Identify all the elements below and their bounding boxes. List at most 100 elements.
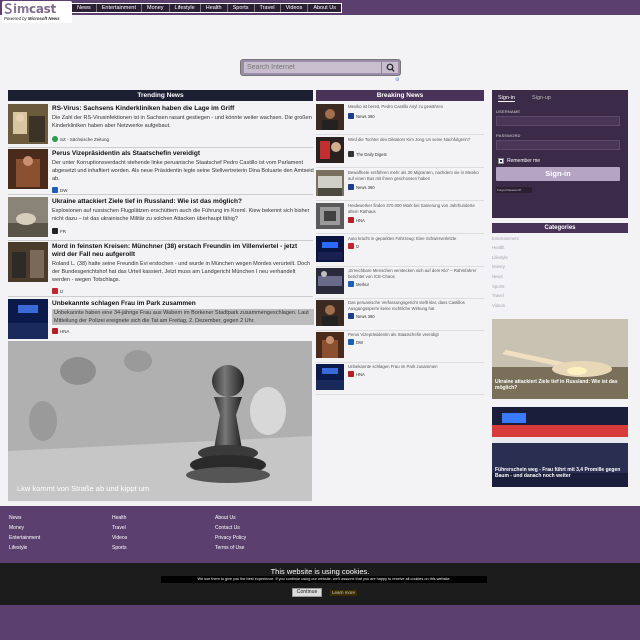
breaking-title[interactable]: Perus Vizepräsidentin als Staatschefin v… xyxy=(348,332,482,338)
trending-thumbnail xyxy=(8,197,48,237)
source-logo-icon xyxy=(348,243,354,249)
footer-link[interactable]: Entertainment xyxy=(9,535,40,541)
category-item[interactable]: News xyxy=(492,274,503,279)
breaking-item[interactable]: „Erreichbare Menschen verstecken sich au… xyxy=(316,266,484,299)
nav-sports[interactable]: Sports xyxy=(228,4,255,12)
breaking-source: Merkur xyxy=(348,281,369,287)
gear-icon[interactable]: ⚙ xyxy=(395,77,399,83)
categories-heading: Categories xyxy=(492,223,628,233)
nav-travel[interactable]: Travel xyxy=(255,4,281,12)
breaking-title[interactable]: Mexiko ist bereit, Pedro Castillo Asyl z… xyxy=(348,104,482,110)
source-logo-icon xyxy=(52,228,58,234)
trending-item[interactable]: RS-Virus: Sachsens Kinderkliniken haben … xyxy=(8,104,313,148)
search-input[interactable] xyxy=(244,62,381,73)
cookie-title: This website is using cookies. xyxy=(270,567,370,576)
signin-button[interactable]: Sign-in xyxy=(496,167,620,181)
trending-item[interactable]: Unbekannte schlagen Frau im Park zusamme… xyxy=(8,299,314,341)
category-item[interactable]: Videos xyxy=(492,303,505,308)
breaking-thumbnail xyxy=(316,300,344,326)
continue-button[interactable]: Continue xyxy=(292,588,322,597)
trending-source: DW xyxy=(52,187,68,193)
nav-lifestyle[interactable]: Lifestyle xyxy=(170,4,201,12)
side-card-caption[interactable]: Ukraine attackiert Ziele tief in Russlan… xyxy=(495,379,625,391)
cookie-banner: This website is using cookies. We use th… xyxy=(0,563,640,605)
hero-image[interactable]: Lkw kommt von Straße ab und kippt um xyxy=(8,341,312,501)
nav-news[interactable]: News xyxy=(72,4,97,12)
breaking-title[interactable]: Wird die Tochter des Diktators Kim Jong … xyxy=(348,137,482,143)
password-field[interactable] xyxy=(496,140,620,150)
footer-link[interactable]: Lifestyle xyxy=(9,545,27,551)
trending-title[interactable]: Mord in feinsten Kreisen: Münchner (38) … xyxy=(52,243,312,259)
trending-source: tz xyxy=(52,288,64,294)
side-news-card[interactable]: Ukraine attackiert Ziele tief in Russlan… xyxy=(492,319,628,399)
source-logo-icon xyxy=(52,187,58,193)
breaking-item[interactable]: Heidewerker finden 370.000 Mark bei Sani… xyxy=(316,201,484,234)
learn-more-button[interactable]: Learn more xyxy=(330,590,357,596)
logo[interactable]: imcast Powered by Microsoft News xyxy=(2,1,72,23)
side-news-card[interactable]: Führerschein weg - Frau führt mit 3,4 Pr… xyxy=(492,407,628,487)
trending-item[interactable]: Ukraine attackiert Ziele tief in Russlan… xyxy=(8,197,313,241)
category-item[interactable]: Sports xyxy=(492,284,504,289)
breaking-title[interactable]: Auto kracht in geparktes Fahrzeug: Eine … xyxy=(348,236,482,242)
hero-caption[interactable]: Lkw kommt von Straße ab und kippt um xyxy=(17,484,149,493)
remember-me[interactable]: Remember me xyxy=(498,158,540,164)
breaking-item[interactable]: Mexiko ist bereit, Pedro Castillo Asyl z… xyxy=(316,102,484,135)
breaking-item[interactable]: Wird die Tochter des Diktators Kim Jong … xyxy=(316,135,484,168)
trending-title[interactable]: RS-Virus: Sachsens Kinderkliniken haben … xyxy=(52,105,234,112)
nav-entertainment[interactable]: Entertainment xyxy=(97,4,143,12)
source-logo-icon xyxy=(348,184,354,190)
trending-item[interactable]: Perus Vizepräsidentin als Staatschefin v… xyxy=(8,149,314,195)
breaking-item[interactable]: Auto kracht in geparktes Fahrzeug: Eine … xyxy=(316,234,484,267)
breaking-title[interactable]: Das peruanische Verfassungsgericht stell… xyxy=(348,300,482,312)
breaking-thumbnail xyxy=(316,137,344,163)
category-item[interactable]: Travel xyxy=(492,293,504,298)
nav-health[interactable]: Health xyxy=(201,4,228,12)
footer-link[interactable]: Sports xyxy=(112,545,126,551)
footer-link[interactable]: About Us xyxy=(215,515,236,521)
nav-about-us[interactable]: About Us xyxy=(308,4,341,12)
footer-link[interactable]: Videos xyxy=(112,535,127,541)
nav-videos[interactable]: Videos xyxy=(281,4,309,12)
forgot-password-link[interactable]: Forgot Password? xyxy=(496,187,532,193)
category-item[interactable]: Money xyxy=(492,264,505,269)
breaking-title[interactable]: Heidewerker finden 370.000 Mark bei Sani… xyxy=(348,203,482,215)
username-field[interactable] xyxy=(496,116,620,126)
breaking-item[interactable]: Bewaffnete entführen mehr als 30 Migrant… xyxy=(316,168,484,201)
breaking-title[interactable]: „Erreichbare Menschen verstecken sich au… xyxy=(348,268,482,280)
breaking-source: News 360 xyxy=(348,313,375,319)
tab-signup[interactable]: Sign-up xyxy=(532,95,551,101)
footer-link[interactable]: Money xyxy=(9,525,24,531)
category-item[interactable]: Health xyxy=(492,245,504,250)
trending-title[interactable]: Unbekannte schlagen Frau im Park zusamme… xyxy=(52,300,196,307)
remember-label: Remember me xyxy=(507,158,541,164)
footer-link[interactable]: Privacy Policy xyxy=(215,535,246,541)
source-logo-icon xyxy=(348,113,354,119)
breaking-item[interactable]: Das peruanische Verfassungsgericht stell… xyxy=(316,298,484,331)
footer-link[interactable]: Terms of Use xyxy=(215,545,244,551)
trending-item[interactable]: Mord in feinsten Kreisen: Münchner (38) … xyxy=(8,242,313,297)
footer-link[interactable]: Contact Us xyxy=(215,525,240,531)
side-card-caption[interactable]: Führerschein weg - Frau führt mit 3,4 Pr… xyxy=(495,467,625,479)
footer-link[interactable]: News xyxy=(9,515,22,521)
nav-money[interactable]: Money xyxy=(142,4,170,12)
source-logo-icon xyxy=(348,281,354,287)
tab-signin[interactable]: Sign-in xyxy=(498,95,516,102)
footer-link[interactable]: Travel xyxy=(112,525,126,531)
username-label: USERNAME xyxy=(496,109,521,114)
breaking-title[interactable]: Bewaffnete entführen mehr als 30 Migrant… xyxy=(348,170,482,182)
breaking-item[interactable]: Perus Vizepräsidentin als Staatschefin v… xyxy=(316,330,484,363)
breaking-title[interactable]: Unbekannte schlagen Frau im Park zusamme… xyxy=(348,364,482,370)
remember-checkbox[interactable] xyxy=(498,158,504,164)
trending-thumbnail xyxy=(8,149,48,189)
search-button[interactable] xyxy=(381,62,398,73)
category-item[interactable]: Lifestyle xyxy=(492,255,508,260)
footer-link[interactable]: Health xyxy=(112,515,126,521)
password-label: PASSWORD xyxy=(496,133,521,138)
trending-title[interactable]: Ukraine attackiert Ziele tief in Russlan… xyxy=(52,198,242,205)
category-item[interactable]: Entertainment xyxy=(492,236,519,241)
source-logo-icon xyxy=(348,217,354,223)
source-logo-icon xyxy=(52,328,58,334)
trending-title[interactable]: Perus Vizepräsidentin als Staatschefin v… xyxy=(52,150,200,157)
search-box xyxy=(240,59,401,76)
breaking-item[interactable]: Unbekannte schlagen Frau im Park zusamme… xyxy=(316,362,484,395)
